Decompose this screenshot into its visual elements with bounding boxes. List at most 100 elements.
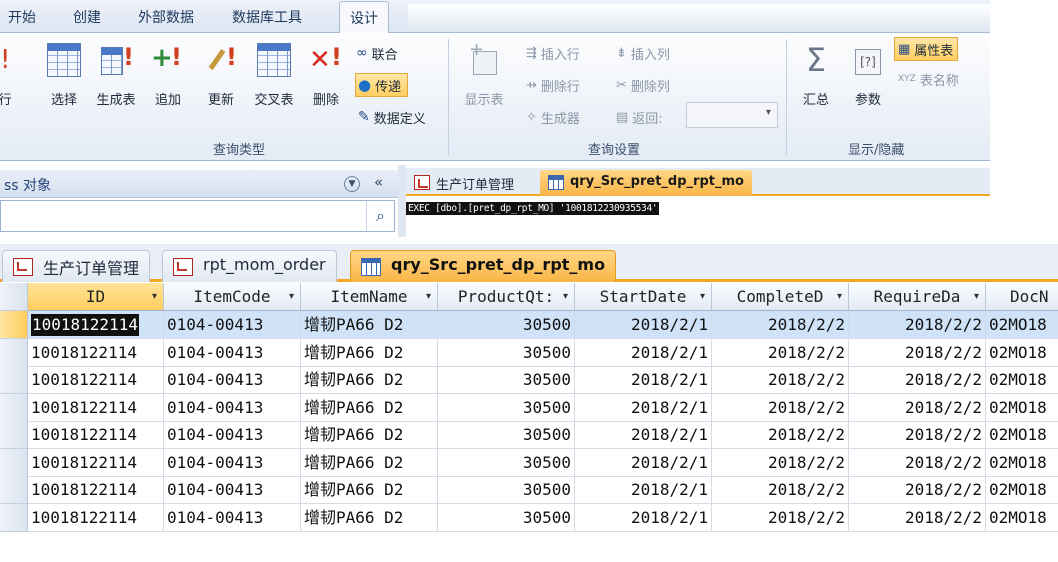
table-cell-itemcode[interactable]: 0104-00413 (164, 421, 301, 449)
table-cell-productqt[interactable]: 30500 (438, 366, 575, 394)
table-cell-docn[interactable]: 02MO18 (986, 449, 1058, 477)
table-row[interactable]: 10018122114 0104-00413 增韧PA66 D2 30500 2018/… (0, 421, 1058, 449)
table-cell-itemcode[interactable]: 0104-00413 (164, 476, 301, 504)
property-sheet-button[interactable]: ▦ 属性表 (894, 37, 959, 61)
table-cell-startdate[interactable]: 2018/2/1 (575, 311, 712, 339)
table-cell-requireda[interactable]: 2018/2/2 (849, 448, 986, 477)
delete-query-button[interactable]: ✕ ! 删除 (308, 39, 344, 123)
tab-design[interactable]: 设计 (339, 1, 389, 34)
run-button-partial[interactable]: ! 行 (0, 39, 18, 123)
return-dropdown[interactable]: ▾ (686, 102, 778, 128)
tab-home[interactable]: 开始 (8, 7, 36, 27)
table-cell-itemcode[interactable]: 0104-00413 (164, 393, 301, 422)
delete-column-button[interactable]: ✂ 删除列 (616, 73, 670, 97)
column-filter-arrow-icon[interactable]: ▾ (974, 283, 979, 310)
make-table-button[interactable]: ! 生成表 (92, 39, 140, 123)
column-filter-arrow-icon[interactable]: ▾ (426, 283, 431, 310)
column-filter-arrow-icon[interactable]: ▾ (289, 283, 294, 310)
table-cell-itemname[interactable]: 增韧PA66 D2 (301, 366, 438, 394)
row-selector[interactable] (0, 503, 28, 532)
table-cell-startdate[interactable]: 2018/2/1 (575, 338, 712, 367)
collapse-pane-icon[interactable]: « (374, 173, 383, 191)
crosstab-query-button[interactable]: 交叉表 (250, 39, 298, 123)
table-cell-productqt[interactable]: 30500 (438, 421, 575, 449)
table-cell-itemcode[interactable]: 0104-00413 (164, 366, 301, 394)
column-header[interactable]: ID ▾ (28, 283, 164, 311)
table-cell-docn[interactable]: 02MO18 (986, 366, 1058, 394)
table-cell-docn[interactable]: 02MO18 (986, 339, 1058, 367)
select-query-button[interactable]: 选择 (44, 39, 84, 123)
table-cell-docn[interactable]: 02MO18 (986, 394, 1058, 422)
data-definition-button[interactable]: ✎ 数据定义 (358, 105, 426, 129)
table-cell-id[interactable]: 10018122114 (28, 366, 164, 394)
column-filter-arrow-icon[interactable]: ▾ (152, 283, 157, 310)
show-table-button[interactable]: + 显示表 (459, 39, 509, 123)
row-selector[interactable] (0, 448, 28, 477)
table-cell-completed[interactable]: 2018/2/2 (712, 393, 849, 422)
table-cell-startdate[interactable]: 2018/2/1 (575, 366, 712, 394)
sql-editor[interactable]: EXEC [dbo].[pret_dp_rpt_MO] '10018122309… (406, 198, 990, 234)
table-cell-productqt[interactable]: 30500 (438, 338, 575, 367)
totals-button[interactable]: Σ 汇总 (796, 39, 836, 123)
table-cell-startdate[interactable]: 2018/2/1 (575, 503, 712, 532)
tab-qry-src[interactable]: qry_Src_pret_dp_rpt_mo (540, 170, 752, 196)
table-cell-productqt[interactable]: 30500 (438, 503, 575, 532)
column-header[interactable]: StartDate ▾ (575, 283, 712, 311)
table-cell-id[interactable]: 10018122114 (28, 476, 164, 504)
table-cell-productqt[interactable]: 30500 (438, 393, 575, 422)
table-cell-requireda[interactable]: 2018/2/2 (849, 311, 986, 339)
parameters-button[interactable]: [?] 参数 (846, 39, 890, 123)
table-cell-itemname[interactable]: 增韧PA66 D2 (301, 393, 438, 422)
tab-qry-src-datasheet[interactable]: qry_Src_pret_dp_rpt_mo (350, 250, 617, 282)
table-row[interactable]: 10018122114 0104-00413 增韧PA66 D2 30500 2018/… (0, 338, 1058, 367)
table-cell-requireda[interactable]: 2018/2/2 (849, 366, 986, 394)
table-cell-itemname[interactable]: 增韧PA66 D2 (301, 476, 438, 504)
pane-splitter[interactable] (398, 165, 406, 237)
table-cell-completed[interactable]: 2018/2/2 (712, 448, 849, 477)
table-cell-requireda[interactable]: 2018/2/2 (849, 338, 986, 367)
table-cell-id[interactable]: 10018122114 (28, 503, 164, 532)
table-cell-id[interactable]: 10018122114 (28, 448, 164, 477)
select-all-corner[interactable] (0, 283, 28, 311)
row-selector[interactable] (0, 421, 28, 449)
table-cell-docn[interactable]: 02MO18 (986, 504, 1058, 532)
table-cell-requireda[interactable]: 2018/2/2 (849, 421, 986, 449)
table-cell-itemcode[interactable]: 0104-00413 (164, 311, 301, 339)
builder-button[interactable]: ✧ 生成器 (526, 105, 580, 129)
union-button[interactable]: ∞ 联合 (356, 41, 398, 65)
table-cell-completed[interactable]: 2018/2/2 (712, 311, 849, 339)
table-row[interactable]: 10018122114 0104-00413 增韧PA66 D2 30500 2018/… (0, 366, 1058, 394)
append-query-button[interactable]: + ! 追加 (150, 39, 186, 123)
table-cell-productqt[interactable]: 30500 (438, 476, 575, 504)
search-icon[interactable]: ⌕ (366, 201, 394, 231)
table-row[interactable]: 10018122114 0104-00413 增韧PA66 D2 30500 2018/… (0, 503, 1058, 532)
tab-production-order-form[interactable]: 生产订单管理 (406, 170, 522, 196)
column-filter-arrow-icon[interactable]: ▾ (700, 283, 705, 310)
table-cell-id[interactable]: 10018122114 (28, 421, 164, 449)
table-cell-itemname[interactable]: 增韧PA66 D2 (301, 448, 438, 477)
tab-production-order[interactable]: 生产订单管理 (2, 250, 151, 282)
table-cell-requireda[interactable]: 2018/2/2 (849, 393, 986, 422)
chevron-down-icon[interactable]: ▼ (344, 176, 360, 192)
table-cell-itemname[interactable]: 增韧PA66 D2 (301, 503, 438, 532)
table-cell-startdate[interactable]: 2018/2/1 (575, 476, 712, 504)
column-header[interactable]: CompleteD ▾ (712, 283, 849, 311)
table-cell-itemname[interactable]: 增韧PA66 D2 (301, 338, 438, 367)
table-cell-startdate[interactable]: 2018/2/1 (575, 448, 712, 477)
table-cell-itemcode[interactable]: 0104-00413 (164, 503, 301, 532)
row-selector[interactable] (0, 393, 28, 422)
row-selector[interactable] (0, 338, 28, 367)
table-cell-itemcode[interactable]: 0104-00413 (164, 338, 301, 367)
table-cell-requireda[interactable]: 2018/2/2 (849, 503, 986, 532)
table-row[interactable]: 10018122114 0104-00413 增韧PA66 D2 30500 2018/… (0, 393, 1058, 422)
column-filter-arrow-icon[interactable]: ▾ (837, 283, 842, 310)
tab-create[interactable]: 创建 (73, 7, 101, 27)
table-cell-completed[interactable]: 2018/2/2 (712, 366, 849, 394)
update-query-button[interactable]: ! 更新 (203, 39, 239, 123)
table-row[interactable]: 10018122114 0104-00413 增韧PA66 D2 30500 2018/… (0, 448, 1058, 477)
column-header[interactable]: ItemCode ▾ (164, 283, 301, 311)
insert-column-button[interactable]: ⇟ 插入列 (616, 41, 670, 65)
delete-row-button[interactable]: ⇸ 删除行 (526, 73, 580, 97)
table-row[interactable]: 10018122114 0104-00413 增韧PA66 D2 30500 2018/… (0, 476, 1058, 504)
table-cell-id[interactable]: 10018122114 (28, 311, 164, 339)
